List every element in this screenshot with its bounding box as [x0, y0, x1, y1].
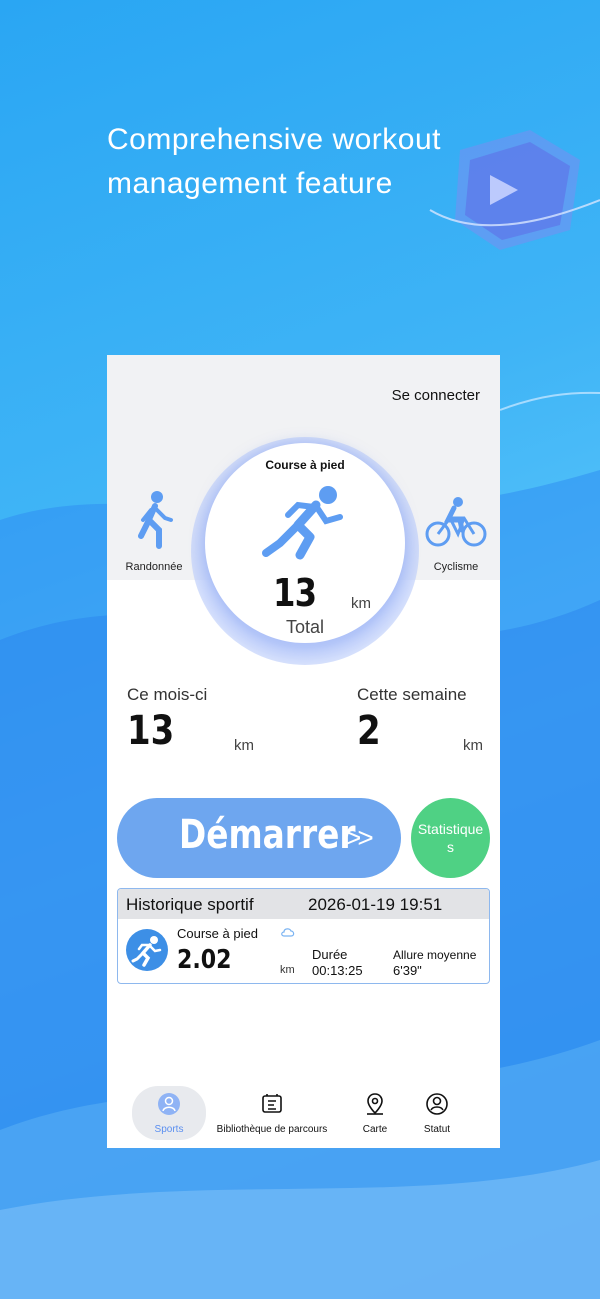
- cycling-icon: [425, 497, 487, 547]
- nav-label-status: Statut: [423, 1124, 451, 1135]
- history-header: Historique sportif 2026-01-19 19:51: [118, 889, 489, 919]
- profile-icon: [426, 1093, 448, 1115]
- bottom-nav: Sports Bibliothèque de parcours Carte St…: [107, 1082, 500, 1148]
- record-pace-label: Allure moyenne: [393, 948, 477, 962]
- start-button-label: Démarrer: [179, 812, 356, 858]
- nav-label-route-library: Bibliothèque de parcours: [216, 1124, 328, 1135]
- week-unit: km: [463, 737, 483, 754]
- walking-icon: [138, 491, 173, 549]
- month-value: 13: [127, 708, 175, 754]
- week-label: Cette semaine: [357, 685, 467, 704]
- total-distance-unit: km: [351, 595, 371, 612]
- phone-screen: Se connecter Randonnée Cyclisme Course à…: [107, 355, 500, 1148]
- record-distance: 2.02: [177, 945, 232, 975]
- nav-item-sports[interactable]: Sports: [132, 1086, 206, 1140]
- total-label: Total: [285, 617, 325, 637]
- history-card: Historique sportif 2026-01-19 19:51 Cour…: [117, 888, 490, 984]
- cloud-sync-icon: [281, 928, 295, 937]
- history-title: Historique sportif: [126, 895, 254, 914]
- start-button[interactable]: Démarrer >>: [117, 798, 401, 878]
- month-unit: km: [234, 737, 254, 754]
- selected-sport-label: Course à pied: [265, 458, 345, 472]
- nav-item-route-library[interactable]: Bibliothèque de parcours: [208, 1086, 336, 1140]
- nav-label-map: Carte: [362, 1124, 388, 1135]
- route-library-icon: [262, 1094, 282, 1113]
- login-link[interactable]: Se connecter: [392, 387, 480, 404]
- sport-option-cycling[interactable]: Cyclisme: [416, 490, 496, 573]
- nav-item-status[interactable]: Statut: [415, 1086, 459, 1140]
- promo-headline-line1: Comprehensive workout: [107, 123, 441, 156]
- sport-selector-circle[interactable]: Course à pied 13 km Total: [205, 443, 405, 643]
- promo-headline: Comprehensive workout management feature: [107, 118, 507, 206]
- month-label: Ce mois-ci: [127, 685, 208, 704]
- sport-label-hiking: Randonnée: [125, 561, 183, 573]
- nav-label-sports: Sports: [154, 1124, 184, 1135]
- running-icon: [262, 486, 343, 560]
- statistics-button[interactable]: Statistiques: [411, 798, 490, 878]
- record-duration-label: Durée: [312, 947, 348, 962]
- sport-label-cycling: Cyclisme: [433, 561, 479, 573]
- week-value: 2: [357, 708, 381, 754]
- nav-item-map[interactable]: Carte: [353, 1086, 397, 1140]
- map-pin-icon: [367, 1093, 383, 1115]
- total-distance-value: 13: [273, 571, 317, 615]
- sport-option-hiking[interactable]: Randonnée: [114, 490, 194, 573]
- history-record[interactable]: Course à pied 2.02 km Durée 00:13:25 All…: [118, 919, 489, 983]
- record-duration-value: 00:13:25: [312, 963, 363, 978]
- record-pace-value: 6'39": [393, 963, 422, 978]
- double-chevron-right-icon: >>: [345, 822, 374, 853]
- promo-headline-line2: management feature: [107, 167, 393, 200]
- record-sport-type: Course à pied: [177, 926, 258, 941]
- person-icon: [158, 1093, 180, 1115]
- running-badge-icon: [126, 929, 168, 971]
- history-date: 2026-01-19 19:51: [308, 895, 443, 914]
- record-distance-unit: km: [280, 964, 295, 976]
